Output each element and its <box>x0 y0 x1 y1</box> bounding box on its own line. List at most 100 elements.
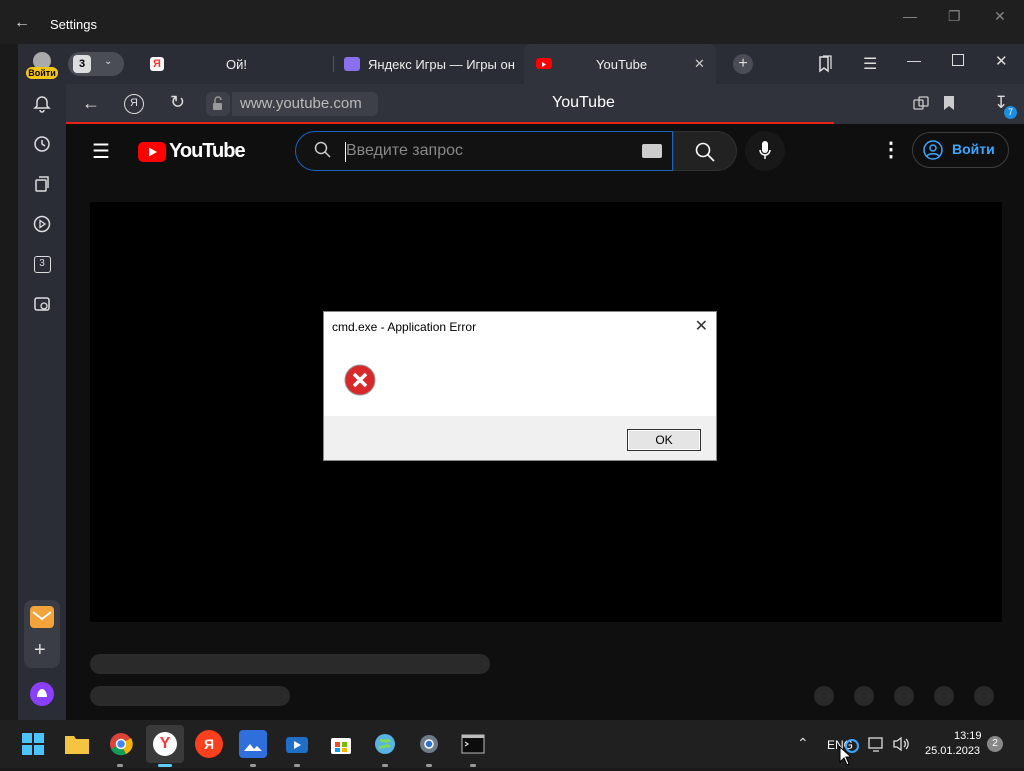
play-icon[interactable] <box>30 212 54 236</box>
tab-label: YouTube <box>596 57 648 72</box>
history-icon[interactable] <box>30 132 54 156</box>
search-magnifier-icon <box>695 142 715 167</box>
site-info-lock-icon[interactable] <box>206 92 230 116</box>
settings-gear-icon[interactable] <box>415 730 443 758</box>
minimize-icon[interactable]: — <box>903 8 917 24</box>
alice-assistant-icon[interactable] <box>30 682 54 706</box>
tab-oops[interactable]: Я Ой! <box>140 44 332 84</box>
user-circle-icon <box>923 140 943 165</box>
volume-icon[interactable] <box>892 736 910 757</box>
chrome-icon[interactable] <box>107 730 135 758</box>
microphone-icon <box>759 141 771 166</box>
tab-bar: 3 ⌄ Я Ой! Яндекс Игры — Игры он YouTube … <box>66 44 1024 84</box>
media-player-icon[interactable] <box>283 730 311 758</box>
settings-title: Settings <box>50 17 97 32</box>
clock-date[interactable]: 25.01.2023 <box>925 745 980 757</box>
url-field[interactable]: www.youtube.com <box>232 92 378 116</box>
chevron-down-icon: ⌄ <box>104 56 113 67</box>
dialog-title: cmd.exe - Application Error <box>332 320 477 334</box>
account-login-label: Войти <box>26 67 58 79</box>
title-skeleton <box>90 654 490 674</box>
show-hidden-icons-chevron-icon[interactable]: ⌃ <box>797 735 809 752</box>
signin-button[interactable]: Войти <box>912 132 1009 168</box>
file-explorer-icon[interactable] <box>63 730 91 758</box>
tab-groups-button[interactable]: 3 ⌄ <box>68 52 124 76</box>
search-input[interactable]: Введите запрос <box>346 142 463 160</box>
yandex-icon[interactable]: Я <box>195 730 223 758</box>
downloads-badge: 7 <box>1004 106 1017 119</box>
search-box[interactable]: Введите запрос <box>295 131 673 171</box>
tab-close-icon[interactable]: ✕ <box>694 56 705 72</box>
search-icon <box>314 141 332 164</box>
yandex-home-icon[interactable]: Я <box>124 94 144 114</box>
menu-icon[interactable]: ☰ <box>863 54 877 74</box>
tab-yandex-games[interactable]: Яндекс Игры — Игры он <box>334 44 522 84</box>
taskbar: Y Я ⌃ ENG 13:19 25.01.2023 2 <box>0 720 1024 768</box>
screenshot-icon[interactable] <box>30 292 54 316</box>
network-icon[interactable] <box>868 737 886 758</box>
dialog-close-icon[interactable]: ✕ <box>695 316 708 336</box>
tab-label: Ой! <box>226 57 247 72</box>
action-skeleton <box>894 686 914 706</box>
account-button[interactable]: Войти <box>26 52 58 80</box>
tab-count-icon[interactable]: 3 <box>30 252 54 276</box>
browser-sidebar: Войти 3 + <box>18 44 66 720</box>
notification-badge[interactable]: 2 <box>987 736 1003 752</box>
terminal-icon[interactable] <box>459 730 487 758</box>
gamepad-icon <box>344 57 360 71</box>
photos-icon[interactable] <box>239 730 267 758</box>
bell-icon[interactable] <box>30 92 54 116</box>
bookmarks-panel-icon[interactable] <box>817 55 833 78</box>
channel-skeleton <box>90 686 290 706</box>
add-icon[interactable]: + <box>34 640 46 660</box>
browser-maximize-icon[interactable] <box>952 54 964 66</box>
sidebar-apps-panel: + <box>24 600 60 668</box>
back-arrow-icon[interactable]: ← <box>14 14 30 32</box>
voice-search-button[interactable] <box>745 131 785 171</box>
action-skeleton <box>974 686 994 706</box>
tab-youtube[interactable]: YouTube ✕ <box>524 44 716 84</box>
maps-icon[interactable] <box>371 730 399 758</box>
keyboard-icon[interactable] <box>642 144 662 158</box>
youtube-logo-text: YouTube <box>169 140 246 162</box>
browser-close-icon[interactable]: ✕ <box>995 52 1008 70</box>
tab-count-badge: 3 <box>73 55 91 73</box>
running-indicator <box>470 764 476 767</box>
browser-minimize-icon[interactable]: — <box>907 52 921 68</box>
more-options-icon[interactable]: ⋮ <box>881 140 901 160</box>
restore-icon[interactable]: ❐ <box>948 8 961 25</box>
youtube-play-logo-icon <box>138 142 166 162</box>
mail-icon[interactable] <box>30 606 54 628</box>
youtube-favicon-icon <box>536 58 552 69</box>
running-indicator <box>250 764 256 767</box>
nav-back-icon[interactable]: ← <box>82 94 100 112</box>
reload-icon[interactable]: ↻ <box>170 93 185 111</box>
search-button[interactable] <box>673 131 737 171</box>
action-skeleton <box>814 686 834 706</box>
translate-icon[interactable] <box>913 96 929 117</box>
page-title: YouTube <box>552 94 615 111</box>
action-skeleton <box>854 686 874 706</box>
yandex-browser-taskbar-icon[interactable]: Y <box>146 725 184 763</box>
new-tab-plus-icon[interactable]: + <box>733 54 753 74</box>
hamburger-menu-icon[interactable]: ☰ <box>92 142 110 162</box>
active-indicator <box>158 764 172 767</box>
yandex-favicon-icon: Я <box>150 57 164 71</box>
start-windows-icon[interactable] <box>19 730 47 758</box>
application-error-dialog: cmd.exe - Application Error ✕ OK <box>323 311 717 461</box>
yandex-y-icon: Y <box>153 732 177 756</box>
running-indicator <box>426 764 432 767</box>
clock-time[interactable]: 13:19 <box>954 730 982 742</box>
settings-title-bar: ← Settings — ❐ ✕ <box>0 0 1024 44</box>
microsoft-store-icon[interactable] <box>327 730 355 758</box>
running-indicator <box>294 764 300 767</box>
close-icon[interactable]: ✕ <box>994 8 1006 25</box>
tab-label: Яндекс Игры — Игры он <box>368 57 515 72</box>
mouse-cursor-icon <box>839 745 853 771</box>
bookmark-icon[interactable] <box>943 95 955 116</box>
collections-icon[interactable] <box>30 172 54 196</box>
ok-button[interactable]: OK <box>627 429 701 451</box>
error-icon <box>344 364 376 401</box>
url-text: www.youtube.com <box>240 95 362 112</box>
signin-label: Войти <box>952 141 995 157</box>
